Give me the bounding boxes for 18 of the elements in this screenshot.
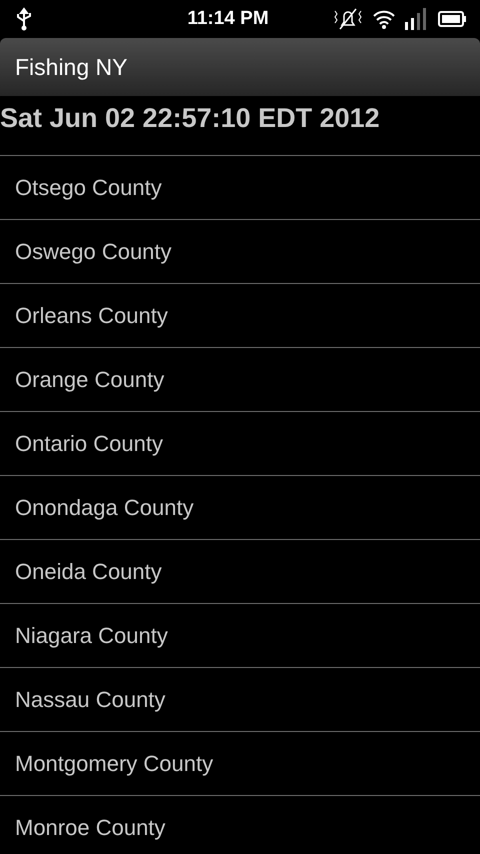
county-list-item[interactable]: Orange County: [0, 348, 480, 412]
county-list-item[interactable]: Nassau County: [0, 668, 480, 732]
status-time: 11:14 PM: [187, 6, 269, 31]
app-title: Fishing NY: [15, 52, 128, 82]
county-list-item[interactable]: Orleans County: [0, 284, 480, 348]
county-list-item[interactable]: Otsego County: [0, 156, 480, 220]
date-header: Sat Jun 02 22:57:10 EDT 2012: [0, 96, 480, 156]
county-list-item[interactable]: Ontario County: [0, 412, 480, 476]
county-list-item[interactable]: Oneida County: [0, 540, 480, 604]
silent-bell-icon: [332, 7, 364, 31]
county-list-item[interactable]: Monroe County: [0, 796, 480, 854]
wifi-icon: [372, 8, 396, 30]
usb-icon: [14, 7, 34, 31]
county-list-item[interactable]: Onondaga County: [0, 476, 480, 540]
county-list-item[interactable]: Niagara County: [0, 604, 480, 668]
battery-icon: [438, 11, 466, 27]
county-list-item[interactable]: Montgomery County: [0, 732, 480, 796]
county-list-item[interactable]: Oswego County: [0, 220, 480, 284]
